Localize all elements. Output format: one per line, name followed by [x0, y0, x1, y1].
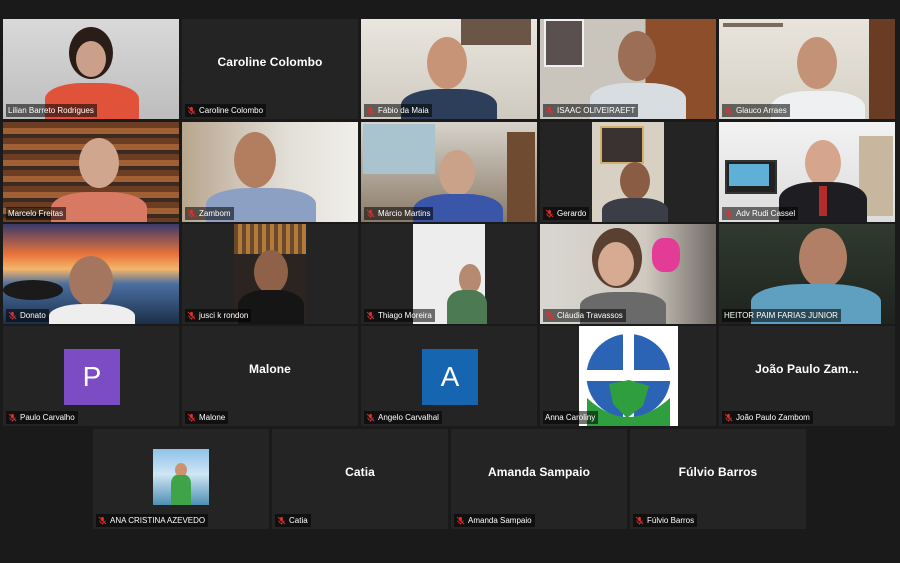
participant-tile-amanda[interactable]: Amanda Sampaio Amanda Sampaio [451, 429, 627, 529]
participant-name-tag: HEITOR PAIM FARIAS JUNIOR [722, 309, 841, 322]
participant-display-name: Catia [345, 465, 375, 479]
mic-muted-icon [724, 413, 733, 422]
mic-muted-icon [545, 311, 554, 320]
participant-tile-marcelo[interactable]: Marcelo Freitas [3, 122, 179, 222]
participant-tile-donato[interactable]: Donato [3, 224, 179, 324]
participant-display-name: Caroline Colombo [217, 55, 323, 69]
participant-name-tag: Catia [275, 514, 311, 527]
participant-tile-paulo[interactable]: P Paulo Carvalho [3, 326, 179, 426]
mic-muted-icon [724, 106, 733, 115]
participant-name-tag: jusci k rondon [185, 309, 252, 322]
participant-tile-fabio[interactable]: Fábio da Maia [361, 19, 537, 119]
participant-tile-joao[interactable]: João Paulo Zam... João Paulo Zambom [719, 326, 895, 426]
mic-muted-icon [366, 209, 375, 218]
participant-tile-caroline[interactable]: Caroline Colombo Caroline Colombo [182, 19, 358, 119]
participant-tile-thiago[interactable]: Thiago Moreira [361, 224, 537, 324]
mic-muted-icon [187, 209, 196, 218]
participant-display-name: Fúlvio Barros [678, 465, 758, 479]
mic-muted-icon [277, 516, 286, 525]
participant-tile-heitor[interactable]: HEITOR PAIM FARIAS JUNIOR [719, 224, 895, 324]
mic-muted-icon [545, 209, 554, 218]
participant-name-tag: Fábio da Maia [364, 104, 432, 117]
mic-muted-icon [366, 413, 375, 422]
participant-name-tag: Marcelo Freitas [6, 207, 67, 220]
participant-name-tag: Fúlvio Barros [633, 514, 698, 527]
participant-name-tag: Adv Rudi Cassel [722, 207, 799, 220]
participant-tile-catia[interactable]: Catia Catia [272, 429, 448, 529]
participant-name-tag: Thiago Moreira [364, 309, 435, 322]
mic-muted-icon [187, 311, 196, 320]
mic-muted-icon [635, 516, 644, 525]
participant-tile-lilian[interactable]: Lilian Barreto Rodrigues [3, 19, 179, 119]
participant-tile-zambom[interactable]: Zambom [182, 122, 358, 222]
mic-muted-icon [187, 106, 196, 115]
mic-muted-icon [724, 209, 733, 218]
avatar: A [422, 349, 478, 405]
participant-name-tag: ANA CRISTINA AZEVEDO [96, 514, 209, 527]
mic-muted-icon [366, 311, 375, 320]
participant-tile-fulvio[interactable]: Fúlvio Barros Fúlvio Barros [630, 429, 806, 529]
participant-tile-malone[interactable]: Malone Malone [182, 326, 358, 426]
participant-name-tag: Lilian Barreto Rodrigues [6, 104, 97, 117]
mic-muted-icon [366, 106, 375, 115]
participant-tile-jusci[interactable]: jusci k rondon [182, 224, 358, 324]
participant-name-tag: Amanda Sampaio [454, 514, 535, 527]
participant-tile-isaac[interactable]: ISAAC OLIVEIRAEFT [540, 19, 716, 119]
participant-tile-gerardo[interactable]: Gerardo [540, 122, 716, 222]
participant-tile-angelo[interactable]: A Angelo Carvalhal [361, 326, 537, 426]
participant-name-tag: Donato [6, 309, 49, 322]
participant-name-tag: Glauco Arraes [722, 104, 790, 117]
participant-name-tag: Malone [185, 411, 229, 424]
participant-tile-glauco[interactable]: Glauco Arraes [719, 19, 895, 119]
profile-picture [153, 449, 209, 505]
participant-name-tag: Zambom [185, 207, 234, 220]
mic-muted-icon [8, 413, 17, 422]
participant-name-tag: João Paulo Zambom [722, 411, 813, 424]
mic-muted-icon [98, 516, 107, 525]
participant-tile-ana-cristina[interactable]: ANA CRISTINA AZEVEDO [93, 429, 269, 529]
participant-tile-claudia[interactable]: Cláudia Travassos [540, 224, 716, 324]
mic-muted-icon [8, 311, 17, 320]
participant-name-tag: Paulo Carvalho [6, 411, 78, 424]
participant-tile-rudi[interactable]: Adv Rudi Cassel [719, 122, 895, 222]
mic-muted-icon [187, 413, 196, 422]
participant-name-tag: Caroline Colombo [185, 104, 267, 117]
participant-tile-anna[interactable]: Anna Caroliny [540, 326, 716, 426]
participant-name-tag: Cláudia Travassos [543, 309, 626, 322]
participant-name-tag: Anna Caroliny [543, 411, 599, 424]
participant-display-name: João Paulo Zam... [755, 362, 859, 376]
participant-tile-marcio[interactable]: Márcio Martins [361, 122, 537, 222]
participant-name-tag: Gerardo [543, 207, 590, 220]
avatar: P [64, 349, 120, 405]
participant-name-tag: Angelo Carvalhal [364, 411, 442, 424]
participant-name-tag: ISAAC OLIVEIRAEFT [543, 104, 639, 117]
mic-muted-icon [456, 516, 465, 525]
participant-display-name: Malone [249, 362, 291, 376]
participant-display-name: Amanda Sampaio [487, 465, 591, 479]
participant-name-tag: Márcio Martins [364, 207, 434, 220]
mic-muted-icon [545, 106, 554, 115]
